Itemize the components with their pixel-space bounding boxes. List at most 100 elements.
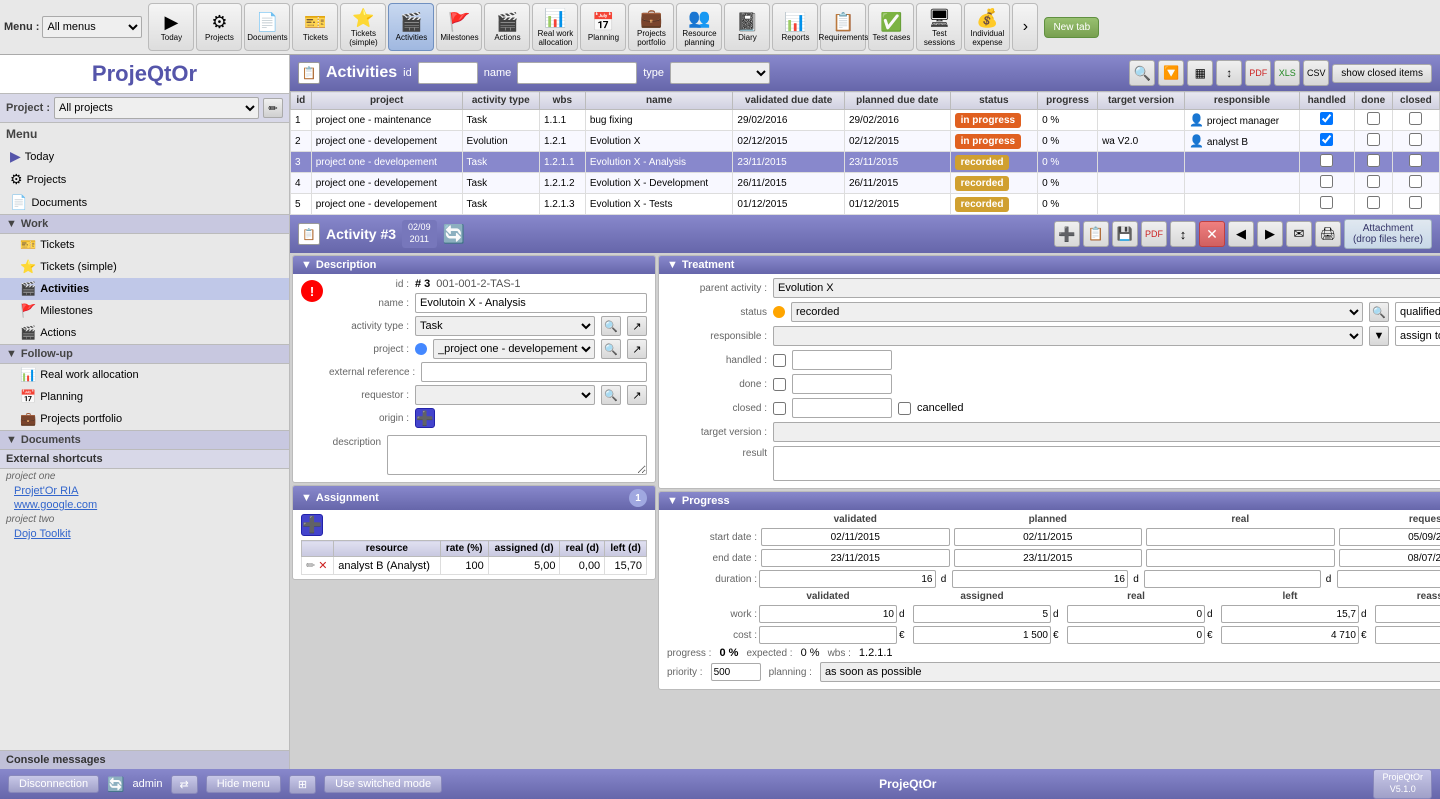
treatment-panel-header[interactable]: ▼ Treatment [659,256,1440,274]
ext-link-dojo[interactable]: Dojo Toolkit [0,527,289,541]
toolbar-btn-resource[interactable]: 👥 Resource planning [676,3,722,51]
end-real-input[interactable] [1146,549,1335,567]
cols-btn[interactable]: ↕ [1216,60,1242,86]
name-input[interactable] [415,293,647,313]
next-activity-btn[interactable]: ▶ [1257,221,1283,247]
expand-activity-btn[interactable]: ↕ [1170,221,1196,247]
cost-left-input[interactable] [1221,626,1359,644]
work-assigned-input[interactable] [913,605,1051,623]
project-select[interactable]: _project one - developement [433,339,595,359]
activity-type-select[interactable]: Task [415,316,595,336]
type-search-select[interactable] [670,62,770,84]
responsible-select[interactable] [773,326,1363,346]
assign-to-me-input[interactable] [1395,326,1440,346]
save-activity-btn[interactable]: 💾 [1112,221,1138,247]
table-row[interactable]: 4 project one - developement Task 1.2.1.… [291,173,1440,194]
responsible-type-btn[interactable]: ▼ [1369,326,1389,346]
done-input[interactable] [792,374,892,394]
origin-add-btn[interactable]: ➕ [415,408,435,428]
qualified-input[interactable] [1395,302,1440,322]
copy-activity-btn[interactable]: 📋 [1083,221,1109,247]
ext-link-projeqtor[interactable]: Projet'Or RIA [0,484,289,498]
sidebar-item-documents[interactable]: 📄 Documents [0,191,289,214]
toolbar-btn-documents[interactable]: 📄 Documents [244,3,290,51]
toolbar-btn-milestones[interactable]: 🚩 Milestones [436,3,482,51]
assignment-add-btn[interactable]: ➕ [301,514,323,536]
closed-input[interactable] [792,398,892,418]
ext-ref-input[interactable] [421,362,647,382]
layout-btn[interactable]: ⊞ [289,775,316,794]
dur-real-input[interactable] [1144,570,1321,588]
handled-checkbox[interactable] [773,354,786,367]
end-planned-input[interactable] [954,549,1143,567]
show-closed-btn[interactable]: show closed items [1332,64,1432,83]
work-validated-input[interactable] [759,605,897,623]
toolbar-btn-testsessions[interactable]: 🖥 Test sessions [916,3,962,51]
toolbar-btn-tickets-simple[interactable]: ⭐ Tickets (simple) [340,3,386,51]
start-planned-input[interactable] [954,528,1143,546]
toolbar-btn-actions[interactable]: 🎬 Actions [484,3,530,51]
end-validated-input[interactable] [761,549,950,567]
status-search-btn[interactable]: 🔍 [1369,302,1389,322]
sidebar-item-milestones[interactable]: 🚩 Milestones [0,300,289,322]
export-xls-btn[interactable]: XLS [1274,60,1300,86]
sidebar-item-activities[interactable]: 🎬 Activities [0,278,289,300]
project-search-btn[interactable]: 🔍 [601,339,621,359]
description-panel-header[interactable]: ▼ Description [293,256,655,274]
activity-type-search-btn[interactable]: 🔍 [601,316,621,336]
parent-activity-select[interactable]: Evolution X [773,278,1440,298]
table-row[interactable]: 3 project one - developement Task 1.2.1.… [291,152,1440,173]
closed-checkbox[interactable] [773,402,786,415]
cost-reassessed-input[interactable] [1375,626,1440,644]
ext-link-google[interactable]: www.google.com [0,498,289,512]
switch-user-btn[interactable]: ⇄ [171,775,198,794]
toolbar-btn-projects[interactable]: ⚙ Projects [196,3,242,51]
handled-input[interactable] [792,350,892,370]
requestor-search-btn[interactable]: 🔍 [601,385,621,405]
activity-type-goto-btn[interactable]: ↗ [627,316,647,336]
prev-activity-btn[interactable]: ◀ [1228,221,1254,247]
switched-mode-btn[interactable]: Use switched mode [324,775,442,793]
print-activity-btn[interactable]: 🖨 [1315,221,1341,247]
documents-section-header[interactable]: ▼ Documents [0,430,289,450]
export-csv-btn[interactable]: CSV [1303,60,1329,86]
export-pdf-btn[interactable]: PDF [1245,60,1271,86]
new-tab-button[interactable]: New tab [1044,17,1099,38]
toolbar-btn-testcases[interactable]: ✅ Test cases [868,3,914,51]
toolbar-btn-diary[interactable]: 📓 Diary [724,3,770,51]
work-section-header[interactable]: ▼ Work [0,214,289,234]
assignment-delete-icon[interactable]: ✕ [318,560,327,572]
table-row[interactable]: 5 project one - developement Task 1.2.1.… [291,194,1440,215]
project-edit-btn[interactable]: ✏ [263,98,283,118]
dur-requested-input[interactable] [1337,570,1440,588]
toolbar-btn-activities[interactable]: 🎬 Activities [388,3,434,51]
followup-section-header[interactable]: ▼ Follow-up [0,344,289,364]
toolbar-btn-more[interactable]: › [1012,3,1038,51]
toolbar-btn-requirements[interactable]: 📋 Requirements [820,3,866,51]
work-real-input[interactable] [1067,605,1205,623]
work-reassessed-input[interactable] [1375,605,1440,623]
work-left-input[interactable] [1221,605,1359,623]
sidebar-item-today[interactable]: ▶ Today [0,145,289,168]
project-combo-select[interactable]: All projects [54,97,259,119]
dur-validated-input[interactable] [759,570,936,588]
requestor-select[interactable] [415,385,595,405]
menu-dropdown[interactable]: All menus [42,16,142,38]
disconnect-btn[interactable]: Disconnection [8,775,99,793]
cost-real-input[interactable] [1067,626,1205,644]
view-btn[interactable]: ▦ [1187,60,1213,86]
pdf-activity-btn[interactable]: PDF [1141,221,1167,247]
hide-menu-btn[interactable]: Hide menu [206,775,281,793]
sidebar-item-tickets-simple[interactable]: ⭐ Tickets (simple) [0,256,289,278]
cost-assigned-input[interactable] [913,626,1051,644]
toolbar-btn-tickets[interactable]: 🎫 Tickets [292,3,338,51]
table-row[interactable]: 1 project one - maintenance Task 1.1.1 b… [291,110,1440,131]
result-textarea[interactable] [773,446,1440,481]
delete-activity-btn[interactable]: ✕ [1199,221,1225,247]
done-checkbox[interactable] [773,378,786,391]
add-activity-btn[interactable]: ➕ [1054,221,1080,247]
search-btn[interactable]: 🔍 [1129,60,1155,86]
email-activity-btn[interactable]: ✉ [1286,221,1312,247]
requestor-goto-btn[interactable]: ↗ [627,385,647,405]
toolbar-btn-today[interactable]: ▶ Today [148,3,194,51]
